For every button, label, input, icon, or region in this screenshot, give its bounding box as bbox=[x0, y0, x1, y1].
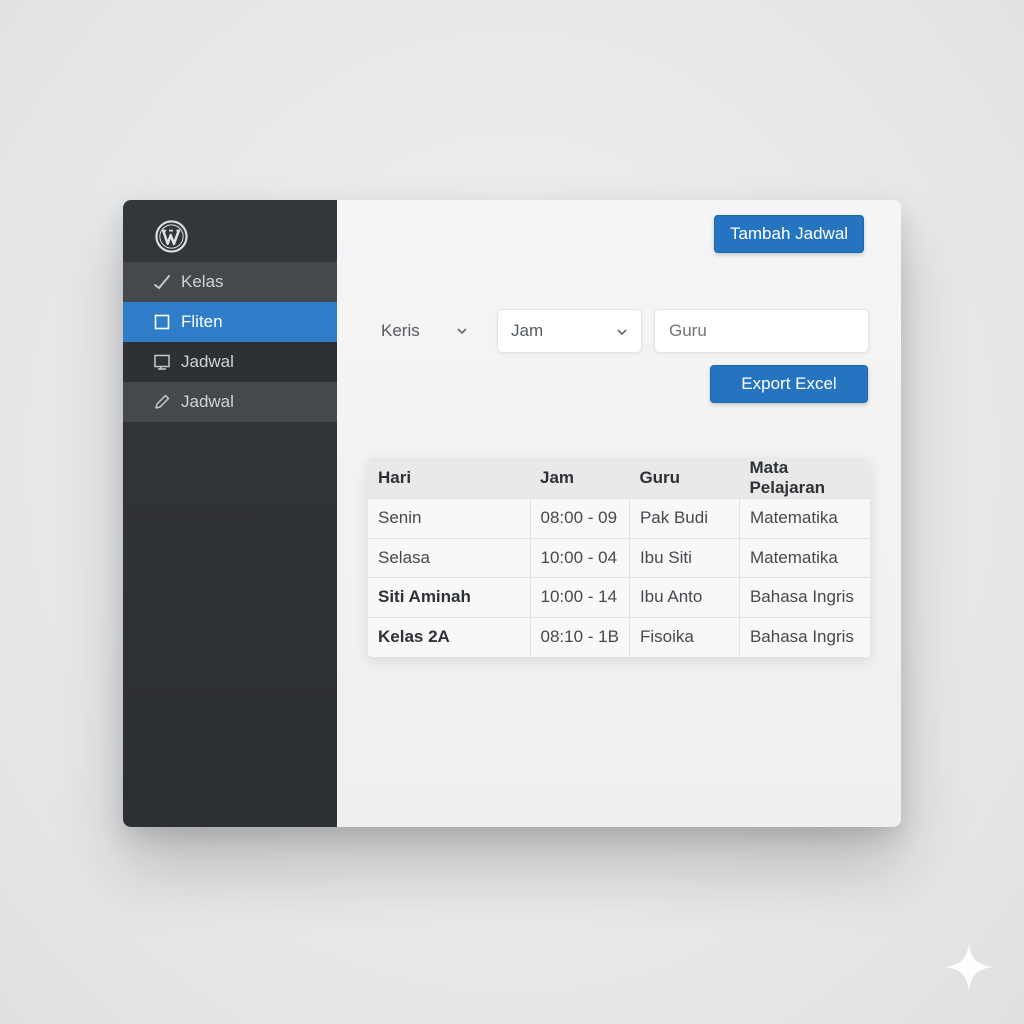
pencil-icon bbox=[151, 391, 173, 413]
chevron-down-icon bbox=[457, 328, 467, 335]
column-header-jam[interactable]: Jam bbox=[530, 458, 630, 499]
sparkle-icon bbox=[945, 943, 993, 991]
column-header-guru[interactable]: Guru bbox=[629, 458, 740, 499]
main-content: Tambah Jadwal Keris Jam Export Excel Har… bbox=[337, 200, 901, 827]
jam-filter-select[interactable]: Jam bbox=[497, 309, 642, 353]
square-icon bbox=[151, 311, 173, 333]
kelas-filter-select[interactable]: Keris bbox=[371, 310, 483, 352]
table-cell: Senin bbox=[368, 498, 530, 538]
monitor-icon bbox=[151, 351, 173, 373]
sidebar-item-fliten[interactable]: Fliten bbox=[123, 302, 337, 342]
table-cell: Pak Budi bbox=[628, 498, 740, 538]
table-cell: 10:00 - 14 bbox=[529, 577, 630, 617]
table-cell: 08:00 - 09 bbox=[529, 498, 630, 538]
table-cell: 10:00 - 04 bbox=[529, 537, 630, 578]
table-cell: Matematika bbox=[738, 498, 870, 538]
column-header-mata-pelajaran[interactable]: Mata Pelajaran bbox=[739, 458, 870, 499]
sidebar-item-jadwal[interactable]: Jadwal bbox=[123, 342, 337, 382]
sidebar: Kelas Fliten Jadwal Jadwal bbox=[123, 200, 337, 827]
kelas-filter-value: Keris bbox=[381, 321, 420, 340]
table-cell: Ibu Siti bbox=[628, 537, 740, 578]
table-header-row: Hari Jam Guru Mata Pelajaran bbox=[368, 458, 870, 499]
table-row[interactable]: Siti Aminah 10:00 - 14 Ibu Anto Bahasa I… bbox=[368, 577, 870, 617]
wordpress-logo-icon[interactable] bbox=[155, 220, 188, 253]
table-cell: Fisoika bbox=[628, 616, 740, 657]
sidebar-item-label: Fliten bbox=[181, 312, 223, 331]
table-cell: Ibu Anto bbox=[628, 577, 740, 617]
sidebar-menu: Kelas Fliten Jadwal Jadwal bbox=[123, 262, 337, 422]
check-icon bbox=[151, 271, 173, 293]
table-row[interactable]: Kelas 2A 08:10 - 1B Fisoika Bahasa Ingri… bbox=[368, 616, 870, 657]
export-excel-button[interactable]: Export Excel bbox=[710, 365, 868, 403]
jam-filter-value: Jam bbox=[511, 321, 544, 340]
table-row[interactable]: Selasa 10:00 - 04 Ibu Siti Matematika bbox=[368, 537, 870, 578]
sidebar-item-jadwal-edit[interactable]: Jadwal bbox=[123, 382, 337, 422]
table-row[interactable]: Senin 08:00 - 09 Pak Budi Matematika bbox=[368, 498, 870, 538]
table-cell: Siti Aminah bbox=[368, 577, 530, 617]
sidebar-item-label: Kelas bbox=[181, 272, 224, 291]
chevron-down-icon bbox=[617, 329, 627, 336]
table-cell: Selasa bbox=[368, 537, 530, 578]
schedule-table: Hari Jam Guru Mata Pelajaran Senin 08:00… bbox=[368, 458, 870, 657]
sidebar-item-label: Jadwal bbox=[181, 352, 234, 371]
app-window: Kelas Fliten Jadwal Jadwal Tambah Jadwal… bbox=[123, 200, 901, 827]
sidebar-item-kelas[interactable]: Kelas bbox=[123, 262, 337, 302]
guru-filter-input[interactable] bbox=[654, 309, 869, 353]
table-cell: 08:10 - 1B bbox=[529, 616, 630, 657]
add-schedule-button[interactable]: Tambah Jadwal bbox=[714, 215, 864, 253]
table-cell: Bahasa Ingris bbox=[738, 577, 870, 617]
table-cell: Matematika bbox=[738, 537, 870, 578]
sidebar-item-label: Jadwal bbox=[181, 392, 234, 411]
table-cell: Kelas 2A bbox=[368, 616, 530, 657]
table-cell: Bahasa Ingris bbox=[738, 616, 870, 657]
column-header-hari[interactable]: Hari bbox=[368, 458, 530, 499]
